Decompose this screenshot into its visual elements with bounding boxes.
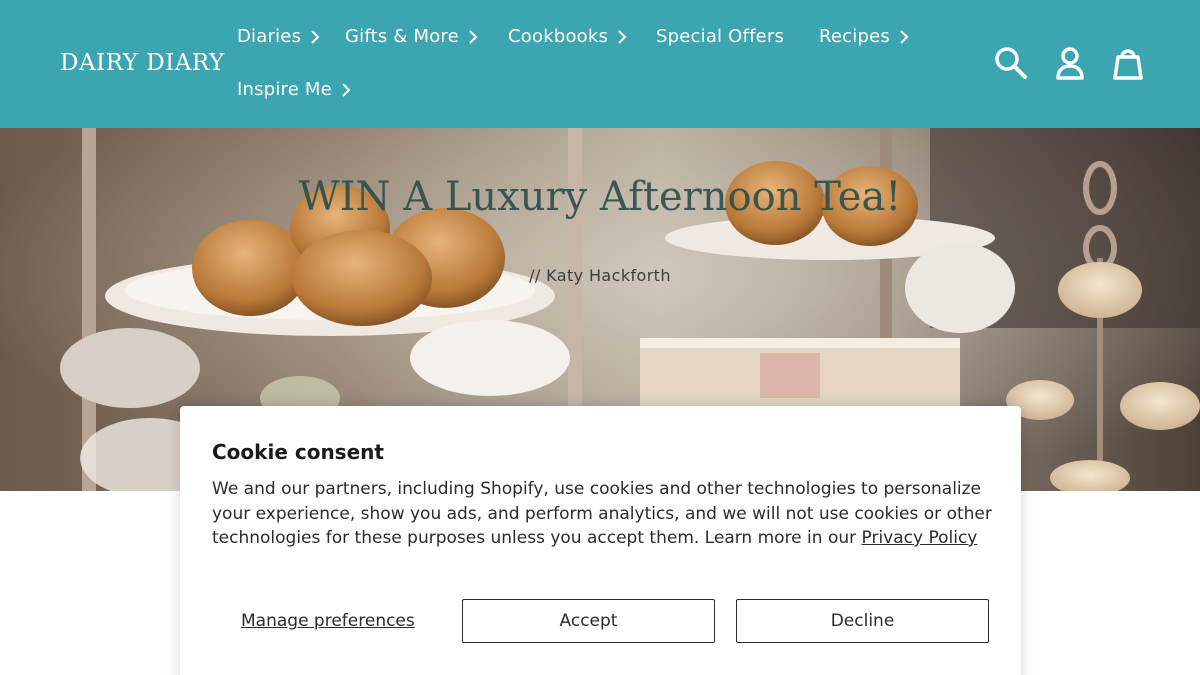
nav-special-offers[interactable]: Special Offers [656, 26, 784, 47]
nav-label: Cookbooks [508, 26, 609, 47]
article-author: // Katy Hackforth [529, 266, 671, 285]
chevron-right-icon [469, 29, 478, 44]
chevron-right-icon [618, 29, 627, 44]
search-icon[interactable] [992, 44, 1032, 84]
nav-diaries[interactable]: Diaries [237, 26, 320, 47]
chevron-right-icon [311, 29, 320, 44]
cookie-consent-dialog: Cookie consent We and our partners, incl… [180, 406, 1021, 675]
nav-label: Gifts & More [345, 26, 459, 47]
site-header: DAIRY DIARY Diaries Gifts & More Cookboo… [0, 0, 1200, 128]
cookie-title: Cookie consent [212, 440, 384, 464]
chevron-right-icon [900, 29, 909, 44]
privacy-policy-link[interactable]: Privacy Policy [862, 528, 978, 548]
nav-cookbooks[interactable]: Cookbooks [508, 26, 627, 47]
decline-button[interactable]: Decline [736, 599, 989, 643]
nav-inspire-me[interactable]: Inspire Me [237, 79, 351, 100]
nav-label: Inspire Me [237, 79, 332, 100]
manage-preferences-link[interactable]: Manage preferences [241, 611, 415, 631]
nav-recipes[interactable]: Recipes [819, 26, 909, 47]
accept-button[interactable]: Accept [462, 599, 715, 643]
nav-label: Special Offers [656, 26, 785, 47]
cookie-description: We and our partners, including Shopify, … [212, 477, 1002, 551]
nav-label: Recipes [819, 26, 890, 47]
nav-label: Diaries [237, 26, 302, 47]
cart-icon[interactable] [1108, 44, 1148, 84]
chevron-right-icon [342, 82, 351, 97]
site-logo[interactable]: DAIRY DIARY [60, 50, 225, 76]
nav-gifts-more[interactable]: Gifts & More [345, 26, 478, 47]
article-title: WIN A Luxury Afternoon Tea! [298, 174, 902, 220]
account-icon[interactable] [1050, 44, 1090, 84]
